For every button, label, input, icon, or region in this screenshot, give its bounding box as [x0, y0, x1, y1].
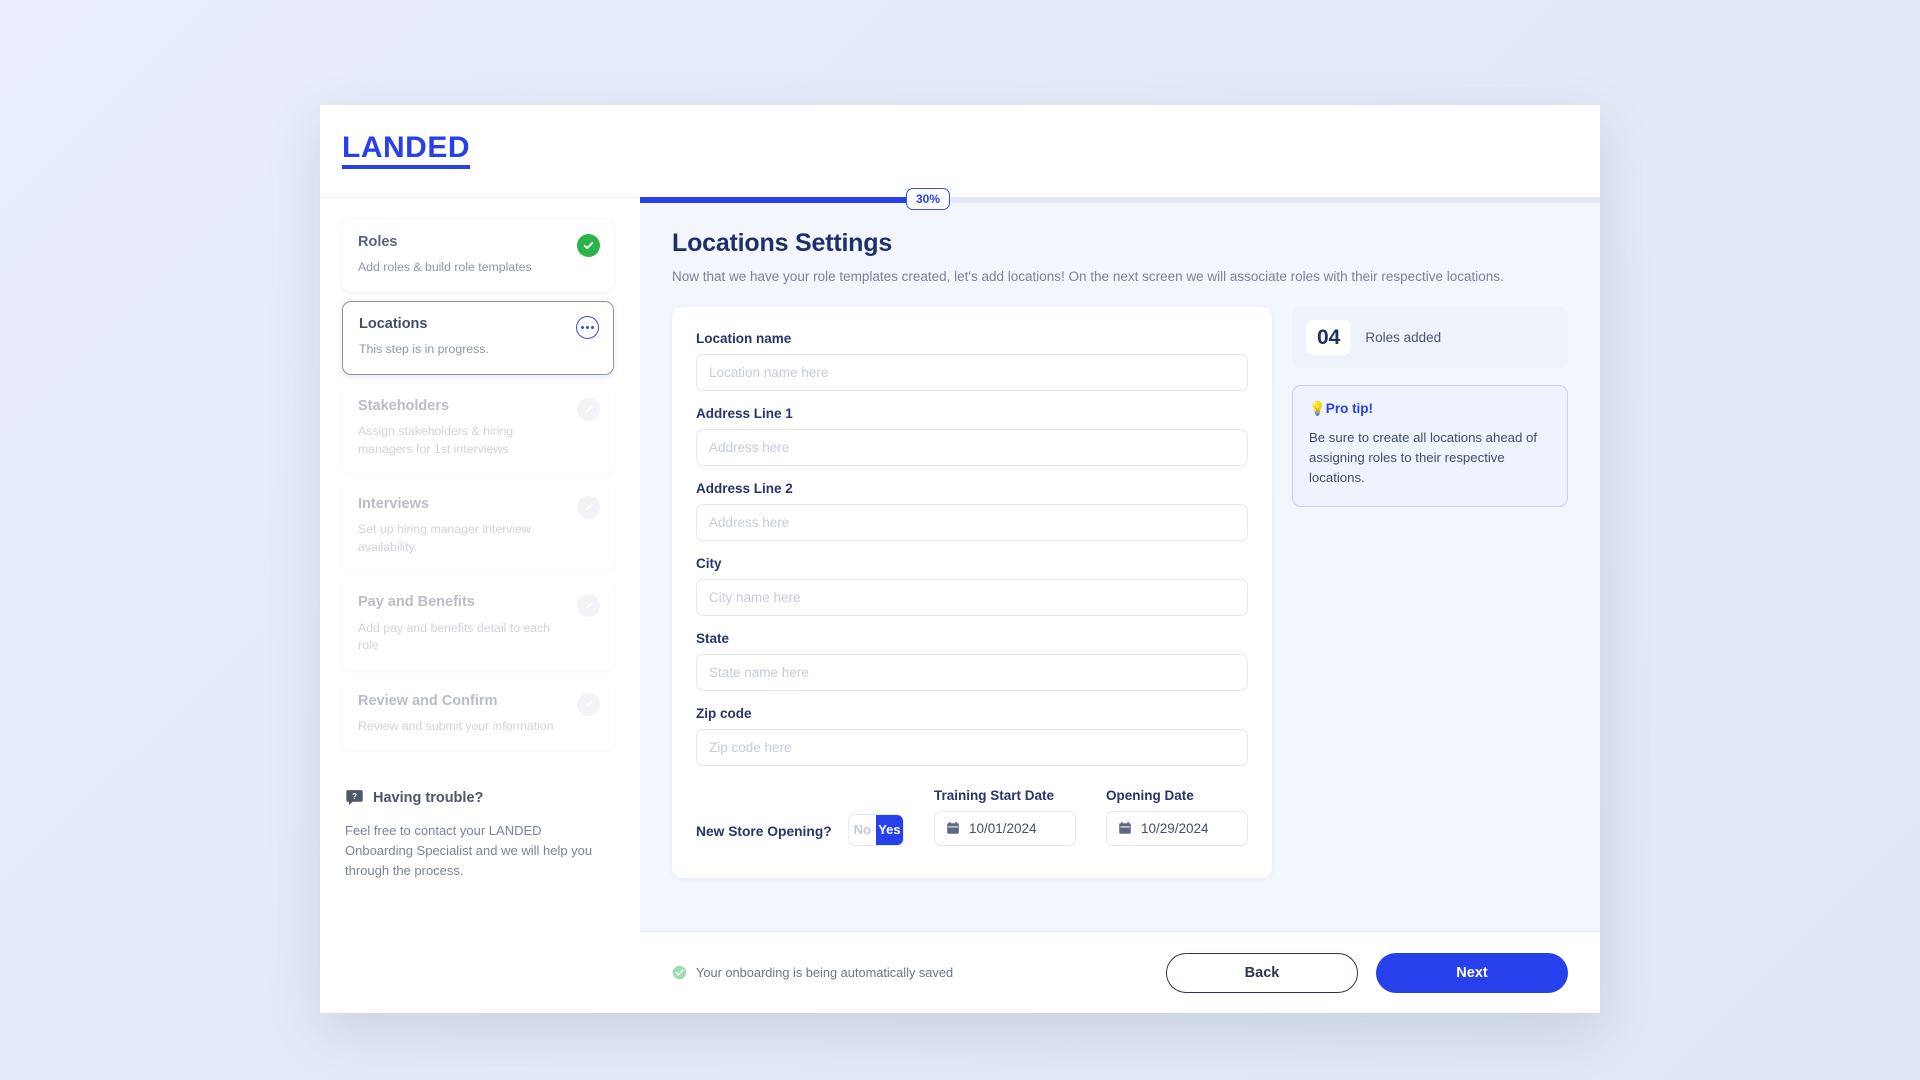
field-label: City: [696, 555, 722, 571]
field-zip-code: Zip code: [696, 706, 1248, 766]
field-label: Address Line 2: [696, 480, 793, 496]
field-label: Address Line 1: [696, 405, 793, 421]
location-name-input[interactable]: [696, 353, 1248, 391]
help-block: ? Having trouble? Feel free to contact y…: [342, 788, 614, 880]
sidebar-step-roles[interactable]: Roles Add roles & build role templates: [342, 220, 614, 292]
pro-tip-card: 💡Pro tip! Be sure to create all location…: [1292, 384, 1568, 508]
footer-bar: Your onboarding is being automatically s…: [640, 931, 1600, 1013]
step-title: Review and Confirm: [358, 692, 498, 709]
back-button[interactable]: Back: [1166, 952, 1358, 993]
step-title: Pay and Benefits: [358, 594, 475, 611]
edit-circle-icon: [577, 495, 600, 519]
state-input[interactable]: [696, 653, 1248, 691]
field-address-line-1: Address Line 1: [696, 406, 1248, 466]
footer-actions: Back Next: [1166, 952, 1568, 993]
field-label: Location name: [696, 330, 792, 346]
progress-percent-badge: 30%: [905, 188, 951, 210]
question-bubble-icon: ?: [345, 788, 364, 807]
field-address-line-2: Address Line 2: [696, 481, 1248, 541]
sidebar-step-interviews: Interviews Set up hiring manager intervi…: [342, 481, 614, 572]
page-title: Locations Settings: [672, 229, 893, 257]
body-split: Roles Add roles & build role templates L…: [320, 188, 1600, 1013]
check-circle-icon: [577, 234, 600, 257]
main-scroll-area: Locations Settings Now that we have your…: [640, 203, 1600, 913]
sidebar-step-pay-and-benefits: Pay and Benefits Add pay and benefits de…: [342, 580, 614, 670]
check-circle-icon: [672, 965, 687, 980]
opening-date-group: Opening Date 10/29/2024: [1106, 788, 1248, 850]
sidebar-step-stakeholders: Stakeholders Assign stakeholders & hirin…: [342, 383, 614, 473]
progress-bar: 30%: [640, 188, 1600, 210]
new-store-opening-toggle[interactable]: No Yes: [847, 813, 904, 846]
content-row: Location name Address Line 1 Address Lin…: [672, 306, 1568, 878]
zip-code-input[interactable]: [696, 728, 1248, 766]
field-state: State: [696, 631, 1248, 691]
training-start-date-value: 10/01/2024: [969, 820, 1037, 836]
progress-fill: [640, 197, 928, 203]
toggle-option-yes[interactable]: Yes: [875, 814, 903, 845]
calendar-icon: [947, 822, 959, 835]
right-rail: 04 Roles added 💡Pro tip! Be sure to crea…: [1292, 306, 1568, 508]
roles-added-count: 04: [1306, 319, 1352, 355]
step-description: This step is in progress.: [359, 342, 489, 357]
opening-date-label: Opening Date: [1106, 787, 1194, 803]
address-line-2-input[interactable]: [696, 503, 1248, 541]
city-input[interactable]: [696, 578, 1248, 616]
autosave-status: Your onboarding is being automatically s…: [672, 965, 953, 980]
svg-text:?: ?: [352, 792, 357, 801]
sidebar-step-review-and-confirm: Review and Confirm Review and submit you…: [342, 678, 614, 751]
step-title: Interviews: [358, 495, 429, 512]
sidebar-step-locations[interactable]: Locations This step is in progress.: [342, 300, 614, 375]
opening-date-picker[interactable]: 10/29/2024: [1106, 810, 1248, 846]
step-description: Add roles & build role templates: [358, 260, 532, 275]
help-heading-row: ? Having trouble?: [345, 788, 614, 807]
next-button[interactable]: Next: [1376, 952, 1568, 993]
field-location-name: Location name: [696, 331, 1248, 391]
new-store-opening-label: New Store Opening?: [696, 823, 832, 839]
page-subtitle: Now that we have your role templates cre…: [672, 269, 1504, 284]
edit-circle-icon: [577, 594, 600, 618]
sidebar: Roles Add roles & build role templates L…: [320, 197, 640, 1013]
edit-circle-icon: [577, 692, 600, 716]
step-description: Set up hiring manager interview availabi…: [358, 522, 531, 554]
pro-tip-body: Be sure to create all locations ahead of…: [1309, 429, 1537, 486]
training-start-date-label: Training Start Date: [934, 787, 1055, 803]
landed-logo[interactable]: LANDED: [342, 133, 470, 169]
roles-added-label: Roles added: [1365, 329, 1442, 345]
roles-added-card: 04 Roles added: [1292, 306, 1568, 368]
main-panel: 30% Locations Settings Now that we have …: [640, 188, 1600, 1013]
field-label: State: [696, 630, 730, 646]
field-city: City: [696, 556, 1248, 616]
step-title: Stakeholders: [358, 397, 450, 414]
autosave-text: Your onboarding is being automatically s…: [696, 965, 954, 980]
calendar-icon: [1119, 822, 1131, 835]
address-line-1-input[interactable]: [696, 428, 1248, 466]
step-title: Roles: [358, 234, 398, 250]
location-form-card: Location name Address Line 1 Address Lin…: [672, 306, 1272, 878]
step-description: Add pay and benefits detail to each role: [358, 620, 551, 653]
field-label: Zip code: [696, 705, 752, 721]
step-title: Locations: [359, 315, 428, 332]
help-text: Feel free to contact your LANDED Onboard…: [345, 823, 593, 878]
step-description: Assign stakeholders & hiring managers fo…: [358, 424, 514, 456]
training-start-date-picker[interactable]: 10/01/2024: [934, 810, 1076, 846]
edit-circle-icon: [577, 397, 600, 421]
pro-tip-heading: 💡Pro tip!: [1309, 400, 1374, 416]
app-window: LANDED Roles Add roles & build role temp…: [320, 105, 1600, 1013]
new-store-opening-row: New Store Opening? No Yes Training Start…: [696, 788, 1248, 850]
help-title: Having trouble?: [373, 789, 484, 806]
toggle-option-no[interactable]: No: [848, 814, 876, 845]
training-start-date-group: Training Start Date 10/01/2024: [934, 788, 1076, 850]
ellipsis-circle-icon: [576, 315, 599, 339]
step-description: Review and submit your information: [358, 718, 554, 733]
opening-date-value: 10/29/2024: [1141, 820, 1209, 836]
top-bar: LANDED: [320, 105, 1600, 197]
